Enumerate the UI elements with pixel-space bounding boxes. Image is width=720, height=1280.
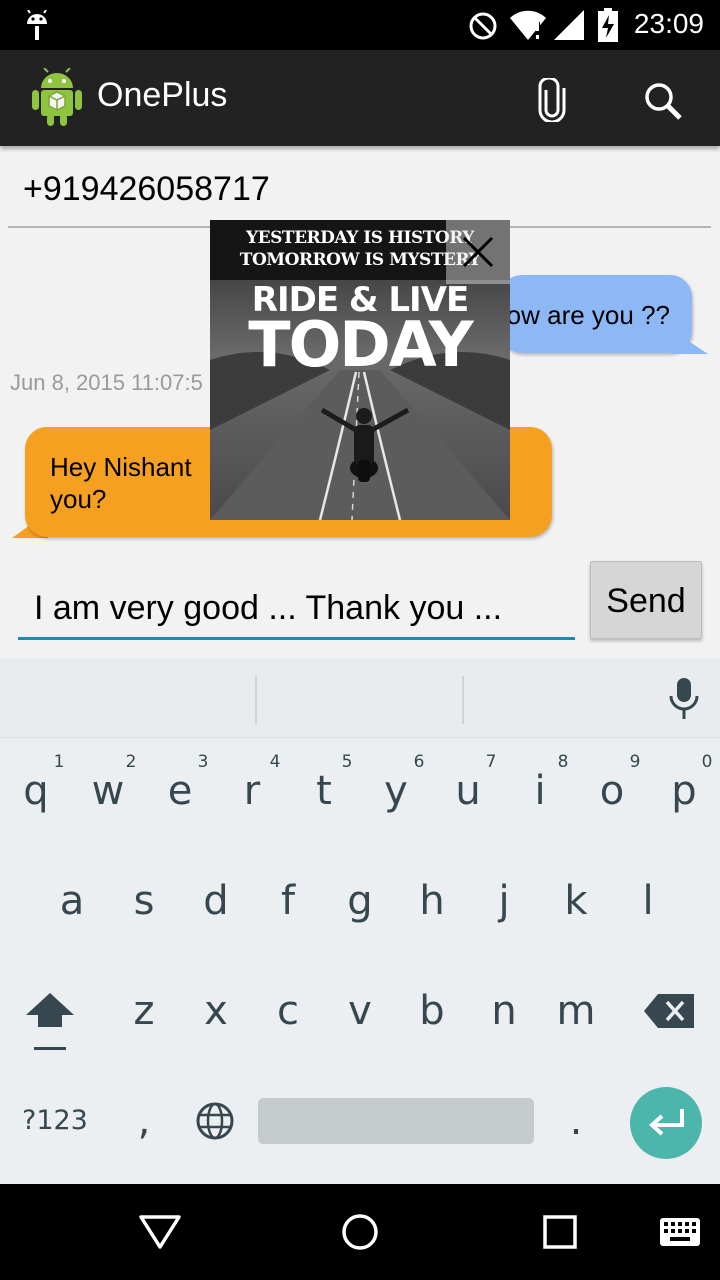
key-d[interactable]: d [186, 878, 246, 924]
globe-icon[interactable] [195, 1101, 235, 1141]
sent-message-bubble[interactable]: ow are you ?? [500, 275, 692, 353]
do-not-disturb-icon [469, 12, 497, 40]
key-r[interactable]: r [222, 768, 282, 814]
sent-message-text: ow are you ?? [506, 300, 670, 330]
key-y[interactable]: y [366, 768, 426, 814]
back-icon[interactable] [138, 1214, 182, 1250]
key-c[interactable]: c [258, 988, 318, 1034]
key-j[interactable]: j [474, 878, 534, 924]
key-comma[interactable]: , [114, 1098, 174, 1144]
keyboard-icon[interactable] [660, 1218, 700, 1246]
key-b[interactable]: b [402, 988, 462, 1034]
spacebar[interactable] [258, 1098, 534, 1144]
sent-bubble-tail [672, 330, 708, 354]
compose-text: I am very good ... Thank you ... [34, 589, 503, 627]
compose-input[interactable]: I am very good ... Thank you ... [18, 576, 575, 640]
popup-text-line4: TODAY [248, 308, 473, 381]
recipient-field[interactable]: +919426058717 [8, 160, 711, 228]
key-o[interactable]: o [582, 768, 642, 814]
key-z[interactable]: z [114, 988, 174, 1034]
send-button[interactable]: Send [590, 561, 702, 639]
home-icon[interactable] [340, 1212, 380, 1252]
enter-key[interactable] [630, 1087, 702, 1159]
suggestion-strip [0, 658, 720, 738]
status-time: 23:09 [633, 8, 704, 39]
suggestion-divider [255, 676, 257, 724]
key-w[interactable]: w [78, 768, 138, 814]
key-n[interactable]: n [474, 988, 534, 1034]
recipient-number: +919426058717 [23, 170, 270, 208]
key-h[interactable]: h [402, 878, 462, 924]
mic-icon[interactable] [668, 678, 700, 720]
key-x[interactable]: x [186, 988, 246, 1034]
key-q[interactable]: q [6, 768, 66, 814]
battery-charging-icon [598, 8, 618, 42]
android-debug-icon [27, 10, 47, 40]
wifi-icon [510, 10, 546, 40]
key-v[interactable]: v [330, 988, 390, 1034]
key-k[interactable]: k [546, 878, 606, 924]
key-period[interactable]: . [546, 1098, 606, 1144]
popup-close-button[interactable] [446, 220, 510, 284]
attach-icon[interactable] [538, 78, 566, 122]
close-icon [462, 236, 494, 268]
key-l[interactable]: l [618, 878, 678, 924]
recents-icon[interactable] [543, 1215, 577, 1249]
action-bar: OnePlus [0, 50, 720, 146]
key-s[interactable]: s [114, 878, 174, 924]
key-f[interactable]: f [258, 878, 318, 924]
symbols-key[interactable]: ?123 [22, 1105, 88, 1136]
shift-icon[interactable] [26, 993, 74, 1051]
search-icon[interactable] [642, 80, 684, 122]
enter-icon [649, 1109, 684, 1136]
key-p[interactable]: p [654, 768, 714, 814]
cell-signal-icon [554, 10, 584, 40]
key-m[interactable]: m [546, 988, 606, 1034]
message-timestamp: Jun 8, 2015 11:07:5 [10, 370, 203, 395]
key-g[interactable]: g [330, 878, 390, 924]
key-i[interactable]: i [510, 768, 570, 814]
backspace-icon[interactable] [644, 994, 694, 1028]
key-t[interactable]: t [294, 768, 354, 814]
key-u[interactable]: u [438, 768, 498, 814]
key-a[interactable]: a [42, 878, 102, 924]
app-title: OnePlus [97, 76, 228, 114]
key-e[interactable]: e [150, 768, 210, 814]
status-bar: 23:09 [0, 0, 720, 50]
navigation-bar [0, 1184, 720, 1280]
suggestion-divider [462, 676, 464, 724]
app-android-icon[interactable] [32, 68, 82, 126]
